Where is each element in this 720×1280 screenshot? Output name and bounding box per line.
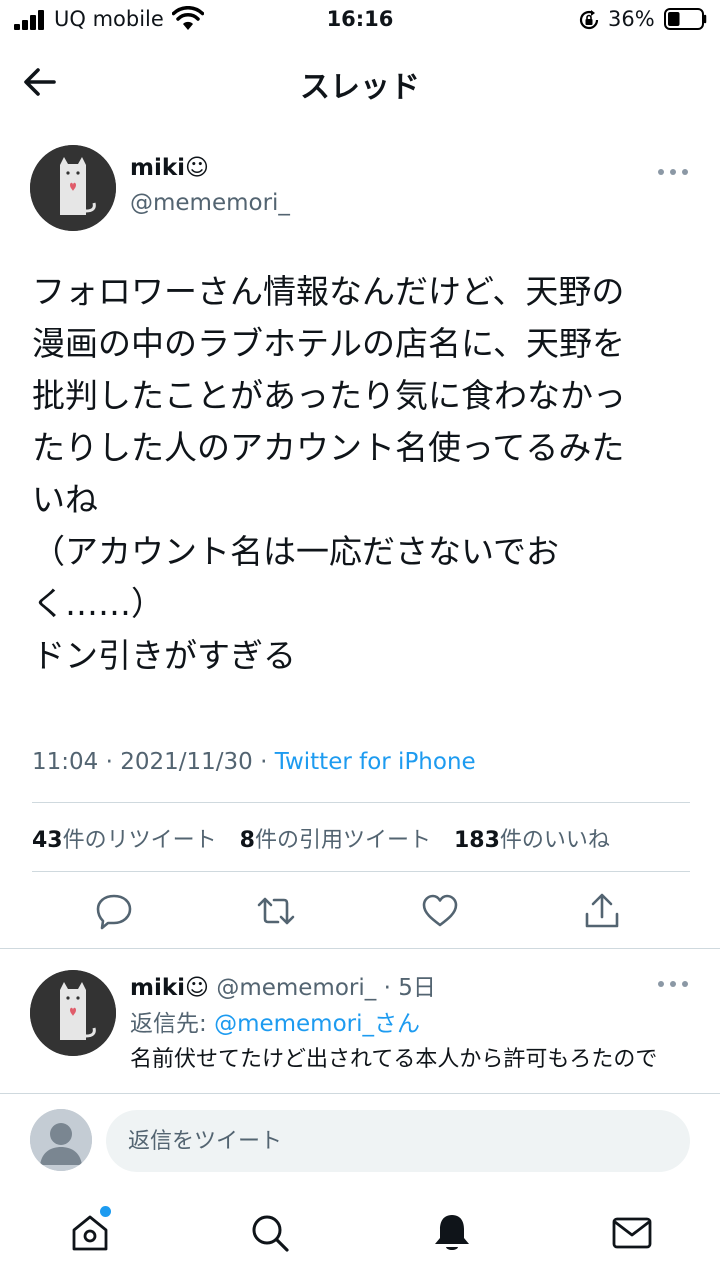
reply-to-label: 返信先: xyxy=(130,1011,215,1037)
default-avatar-icon xyxy=(30,1109,92,1171)
battery-icon xyxy=(664,8,707,30)
more-options-icon[interactable] xyxy=(656,160,690,184)
reply-header: miki☺ @mememori_ · 5日 xyxy=(130,968,436,1002)
bottom-tab-bar xyxy=(0,1185,720,1280)
retweets-stat[interactable]: 43件のリツイート xyxy=(32,828,217,853)
reply-author-avatar[interactable] xyxy=(30,970,116,1056)
quotes-stat[interactable]: 8件の引用ツイート xyxy=(240,828,431,853)
cat-avatar-image xyxy=(30,970,116,1056)
author-avatar[interactable] xyxy=(30,145,116,231)
divider xyxy=(32,871,690,872)
user-avatar xyxy=(30,1109,92,1171)
reply-to-line: 返信先: @mememori_さん xyxy=(130,1004,420,1038)
author-handle[interactable]: @mememori_ xyxy=(130,190,290,216)
rotation-lock-icon xyxy=(579,10,599,30)
messages-envelope-icon[interactable] xyxy=(610,1211,654,1255)
author-name[interactable]: miki☺ xyxy=(130,155,209,181)
like-heart-icon[interactable] xyxy=(420,891,460,931)
reply-time: · 5日 xyxy=(376,975,436,1001)
tweet-stats: 43件のリツイート 8件の引用ツイート 183件のいいね xyxy=(32,822,626,854)
reply-author-handle[interactable]: @mememori_ xyxy=(209,975,376,1001)
reply-icon[interactable] xyxy=(94,891,134,931)
status-bar: UQ mobile 16:16 36% xyxy=(0,0,720,40)
share-icon[interactable] xyxy=(582,891,622,931)
tweet-text: フォロワーさん情報なんだけど、天野の 漫画の中のラブホテルの店名に、天野を 批判… xyxy=(32,272,626,675)
page-title: スレッド xyxy=(300,70,420,105)
reply-author-name[interactable]: miki☺ xyxy=(130,975,209,1001)
divider xyxy=(0,948,720,949)
divider xyxy=(32,802,690,803)
tweet-timestamp: 11:04 · 2021/11/30 · xyxy=(32,749,275,775)
home-icon[interactable] xyxy=(68,1211,112,1255)
notifications-bell-icon[interactable] xyxy=(430,1211,474,1255)
thread-header: スレッド xyxy=(0,48,720,114)
likes-stat[interactable]: 183件のいいね xyxy=(454,828,610,853)
more-options-icon[interactable] xyxy=(656,972,690,996)
reply-to-mention[interactable]: @mememori_さん xyxy=(214,1011,420,1037)
reply-input[interactable] xyxy=(106,1110,690,1172)
reply-composer xyxy=(0,1093,720,1185)
retweet-icon[interactable] xyxy=(256,891,296,931)
tweet-actions xyxy=(0,891,720,931)
battery-percent: 36% xyxy=(608,7,655,31)
tweet-meta: 11:04 · 2021/11/30 · Twitter for iPhone xyxy=(32,749,476,775)
tweet-source-link[interactable]: Twitter for iPhone xyxy=(275,749,476,775)
cat-avatar-image xyxy=(30,145,116,231)
reply-text: 名前伏せてたけど出されてる本人から許可もろたので xyxy=(130,1047,658,1072)
new-activity-dot xyxy=(100,1206,111,1217)
search-icon[interactable] xyxy=(248,1211,292,1255)
